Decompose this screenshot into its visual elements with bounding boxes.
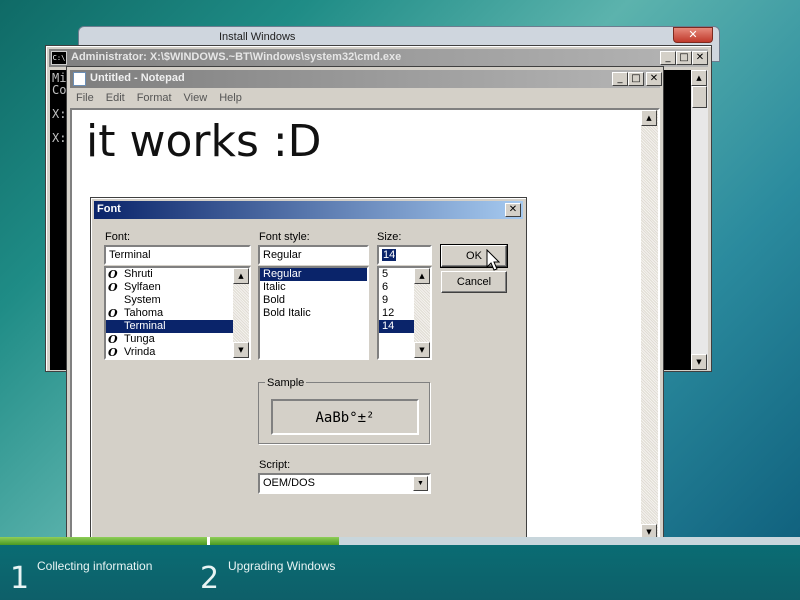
list-item-label: System bbox=[124, 294, 161, 306]
font-list-items: O Shruti O Sylfaen System O Tahoma Terminal O Tun… bbox=[106, 268, 249, 359]
notepad-titlebar[interactable]: Untitled - Notepad _ □ ✕ bbox=[70, 70, 662, 88]
size-listbox[interactable]: 5 6 9 12 14 ▲ ▼ bbox=[377, 266, 432, 360]
list-item[interactable]: O Vrinda bbox=[106, 346, 233, 359]
script-dropdown-arrow-icon[interactable]: ▼ bbox=[413, 476, 428, 491]
step-1-number: 1 bbox=[10, 561, 30, 596]
size-list-scrollbar[interactable]: ▲ ▼ bbox=[414, 268, 430, 358]
list-item[interactable]: Bold Italic bbox=[260, 307, 367, 320]
font-listbox[interactable]: O Shruti O Sylfaen System O Tahoma Terminal O Tun… bbox=[104, 266, 251, 360]
cmd-scroll-thumb[interactable] bbox=[692, 86, 707, 108]
list-item[interactable]: System bbox=[106, 294, 233, 307]
font-style-label: Font style: bbox=[259, 231, 310, 243]
cmd-close-button[interactable]: ✕ bbox=[692, 51, 708, 65]
list-item[interactable]: O Sylfaen bbox=[106, 281, 233, 294]
install-windows-title: Install Windows bbox=[219, 31, 296, 43]
list-item-label: Terminal bbox=[124, 320, 166, 332]
size-input-value: 14 bbox=[382, 249, 397, 261]
font-dialog: Font ✕ Font: Terminal O Shruti O Sylfaen Sys… bbox=[90, 197, 527, 540]
menu-file[interactable]: File bbox=[70, 90, 100, 108]
list-item[interactable]: Italic bbox=[260, 281, 367, 294]
notepad-minimize-button[interactable]: _ bbox=[612, 72, 628, 86]
cmd-maximize-button[interactable]: □ bbox=[676, 51, 692, 65]
script-label: Script: bbox=[259, 459, 291, 471]
font-name-input[interactable]: Terminal bbox=[104, 245, 251, 265]
font-label: Font: bbox=[105, 231, 131, 243]
font-dialog-close-button[interactable]: ✕ bbox=[505, 203, 521, 217]
font-dialog-titlebar[interactable]: Font ✕ bbox=[94, 201, 523, 219]
cmd-icon: C:\ bbox=[51, 51, 67, 65]
list-item[interactable]: O Tunga bbox=[106, 333, 233, 346]
cmd-scroll-up-arrow-icon[interactable]: ▲ bbox=[691, 70, 707, 86]
font-list-scrollbar[interactable]: ▲ ▼ bbox=[233, 268, 249, 358]
menu-view[interactable]: View bbox=[178, 90, 214, 108]
notepad-vertical-scrollbar[interactable]: ▲ ▼ bbox=[641, 110, 658, 540]
list-item[interactable]: Terminal bbox=[106, 320, 233, 333]
list-item[interactable]: O Shruti bbox=[106, 268, 233, 281]
cmd-minimize-button[interactable]: _ bbox=[660, 51, 676, 65]
opentype-font-icon: O bbox=[108, 268, 118, 281]
mouse-pointer-icon bbox=[486, 249, 500, 271]
menu-help[interactable]: Help bbox=[213, 90, 248, 108]
notepad-maximize-button[interactable]: □ bbox=[628, 72, 644, 86]
cmd-scrollbar[interactable]: ▲ ▼ bbox=[691, 70, 708, 370]
size-label: Size: bbox=[377, 231, 402, 243]
progress-separator bbox=[207, 537, 210, 545]
sample-text: AaBb°±² bbox=[315, 410, 375, 426]
cmd-title: Administrator: X:\$WINDOWS.~BT\Windows\s… bbox=[71, 51, 402, 63]
install-windows-close-button[interactable]: ✕ bbox=[673, 27, 713, 43]
notepad-icon bbox=[73, 72, 86, 86]
notepad-scroll-up-arrow-icon[interactable]: ▲ bbox=[641, 110, 657, 126]
opentype-font-icon: O bbox=[108, 333, 118, 346]
opentype-font-icon: O bbox=[108, 281, 118, 294]
setup-steps-band: 1 Collecting information 2 Upgrading Win… bbox=[0, 545, 800, 600]
opentype-font-icon: O bbox=[108, 346, 118, 359]
font-dialog-title: Font bbox=[97, 203, 121, 215]
size-list-scroll-down-arrow-icon[interactable]: ▼ bbox=[414, 342, 430, 358]
list-item[interactable]: 5 bbox=[379, 268, 414, 281]
list-item[interactable]: Regular bbox=[260, 268, 367, 281]
cmd-scroll-down-arrow-icon[interactable]: ▼ bbox=[691, 354, 707, 370]
sample-preview: AaBb°±² bbox=[271, 399, 419, 435]
size-list-scroll-up-arrow-icon[interactable]: ▲ bbox=[414, 268, 430, 284]
step-1-label: Collecting information bbox=[37, 559, 153, 573]
list-item[interactable]: O Tahoma bbox=[106, 307, 233, 320]
opentype-font-icon: O bbox=[108, 307, 118, 320]
cancel-button[interactable]: Cancel bbox=[441, 271, 507, 293]
notepad-menubar: File Edit Format View Help bbox=[70, 90, 660, 108]
script-value: OEM/DOS bbox=[263, 477, 315, 489]
font-style-input[interactable]: Regular bbox=[258, 245, 369, 265]
cmd-titlebar[interactable]: C:\ Administrator: X:\$WINDOWS.~BT\Windo… bbox=[49, 49, 708, 67]
list-item[interactable]: 9 bbox=[379, 294, 414, 307]
list-item[interactable]: 12 bbox=[379, 307, 414, 320]
script-dropdown[interactable]: OEM/DOS ▼ bbox=[258, 473, 431, 494]
font-list-scroll-up-arrow-icon[interactable]: ▲ bbox=[233, 268, 249, 284]
notepad-close-button[interactable]: ✕ bbox=[646, 72, 662, 86]
font-style-listbox[interactable]: Regular Italic Bold Bold Italic bbox=[258, 266, 369, 360]
sample-label: Sample bbox=[265, 377, 307, 389]
menu-edit[interactable]: Edit bbox=[100, 90, 131, 108]
list-item[interactable]: 6 bbox=[379, 281, 414, 294]
step-2-progress-fill bbox=[210, 537, 339, 545]
notepad-title: Untitled - Notepad bbox=[90, 72, 185, 84]
list-item[interactable]: Bold bbox=[260, 294, 367, 307]
menu-format[interactable]: Format bbox=[131, 90, 178, 108]
step-1-progress-fill bbox=[0, 537, 207, 545]
list-item[interactable]: 14 bbox=[379, 320, 414, 333]
step-2-label: Upgrading Windows bbox=[228, 559, 336, 573]
notepad-content: it works :D bbox=[86, 116, 322, 167]
size-input[interactable]: 14 bbox=[377, 245, 432, 265]
step-2-number: 2 bbox=[200, 561, 220, 596]
font-list-scroll-down-arrow-icon[interactable]: ▼ bbox=[233, 342, 249, 358]
font-style-list-items: Regular Italic Bold Bold Italic bbox=[260, 268, 367, 320]
